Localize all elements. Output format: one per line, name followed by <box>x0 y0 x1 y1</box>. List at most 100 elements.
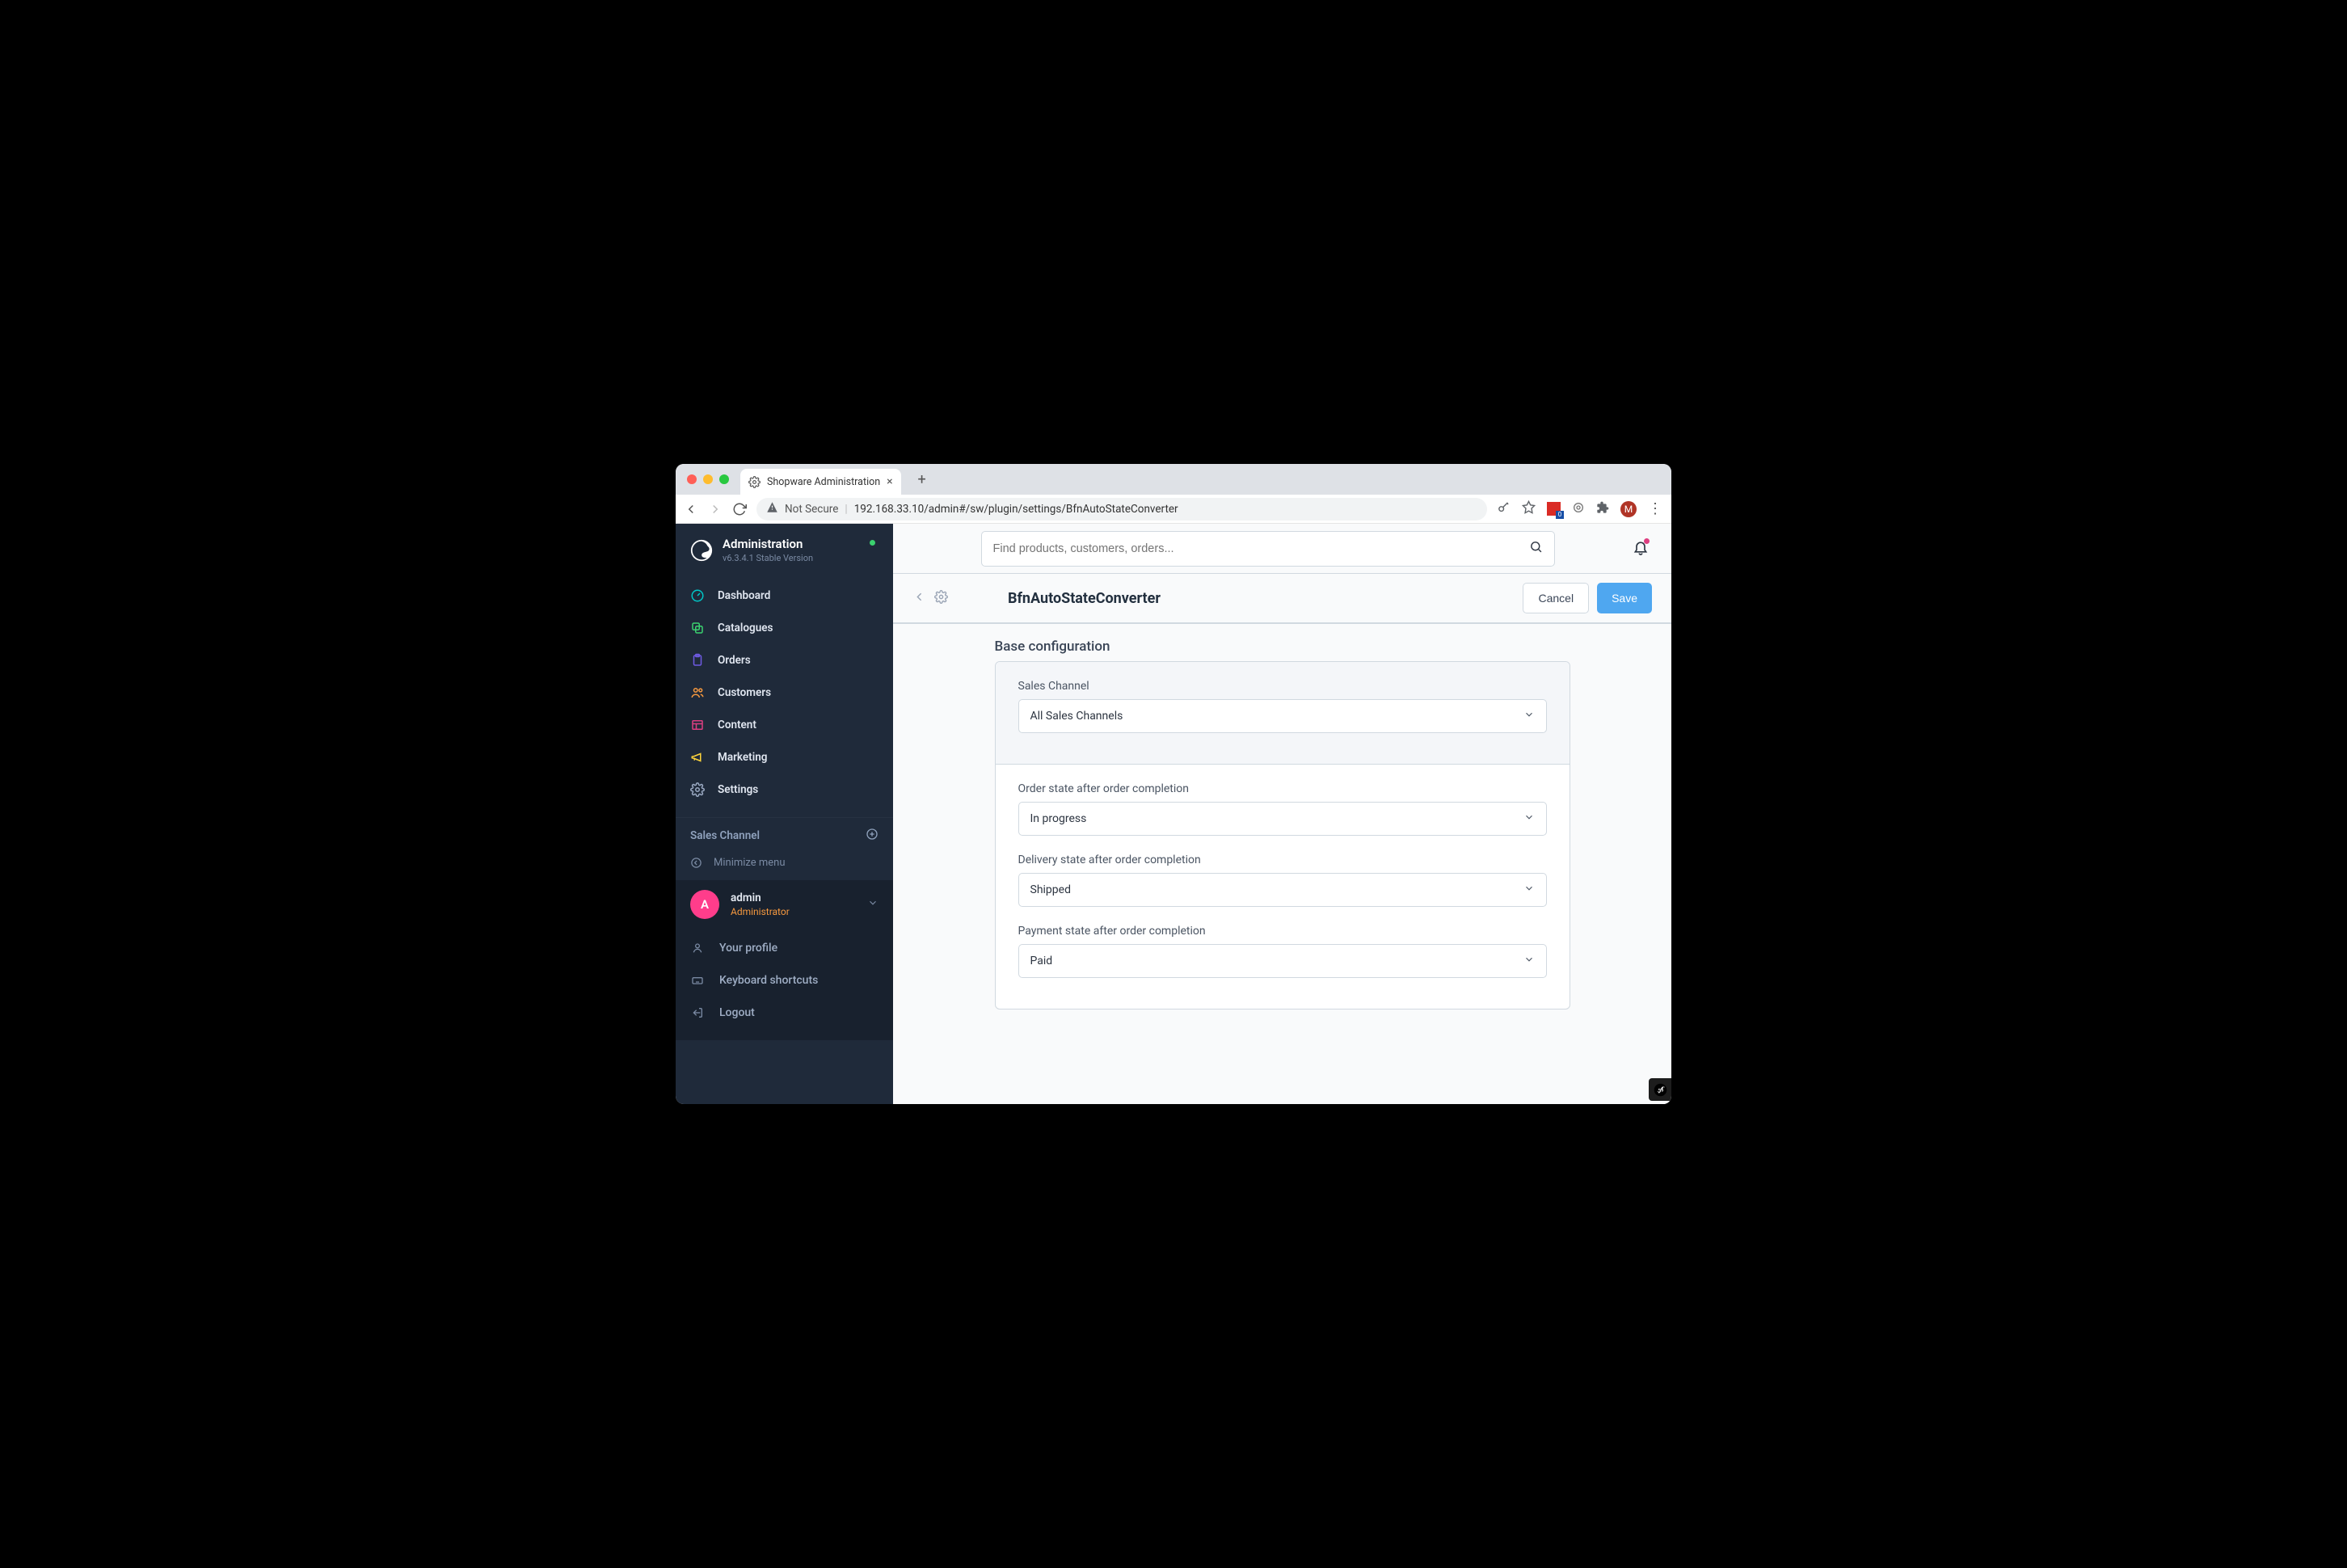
clipboard-icon <box>690 653 705 668</box>
states-block: Order state after order completion In pr… <box>996 765 1570 1009</box>
keyboard-icon <box>690 973 705 988</box>
sidebar-item-customers[interactable]: Customers <box>676 677 893 709</box>
chrome-toolbar: Not Secure | 192.168.33.10/admin#/sw/plu… <box>676 495 1671 524</box>
logout-icon <box>690 1005 705 1020</box>
sidebar-item-marketing[interactable]: Marketing <box>676 741 893 773</box>
megaphone-icon <box>690 750 705 765</box>
user-avatar: A <box>690 890 719 919</box>
new-tab-button[interactable]: + <box>911 468 933 491</box>
sidebar-title: Administration <box>723 537 879 551</box>
search-input[interactable] <box>993 542 1529 555</box>
chevron-down-icon <box>1523 883 1535 897</box>
gear-icon <box>748 476 761 488</box>
sidebar-user-card[interactable]: A admin Administrator <box>676 880 893 929</box>
sidebar: Administration v6.3.4.1 Stable Version D… <box>676 524 893 1104</box>
extensions-icon[interactable] <box>1596 501 1609 517</box>
symfony-badge-icon[interactable] <box>1649 1078 1671 1101</box>
delivery-state-select[interactable]: Shipped <box>1018 873 1547 907</box>
sales-channel-label: Sales Channel <box>690 829 760 842</box>
select-value: Paid <box>1030 955 1053 967</box>
user-icon <box>690 941 705 955</box>
users-icon <box>690 685 705 700</box>
star-icon[interactable] <box>1522 500 1536 517</box>
key-icon[interactable] <box>1497 500 1511 517</box>
layout-icon <box>690 718 705 732</box>
sidebar-item-settings[interactable]: Settings <box>676 773 893 806</box>
sidebar-item-label: Catalogues <box>718 622 773 634</box>
sidebar-item-logout[interactable]: Logout <box>676 997 893 1029</box>
field-label: Delivery state after order completion <box>1018 854 1547 866</box>
extension-badge-icon[interactable] <box>1547 502 1561 516</box>
order-state-select[interactable]: In progress <box>1018 802 1547 836</box>
gear-icon[interactable] <box>934 590 948 607</box>
tab-title: Shopware Administration <box>767 476 880 488</box>
search-icon <box>1529 540 1543 557</box>
not-secure-icon <box>766 501 778 516</box>
back-icon[interactable] <box>912 590 926 607</box>
add-sales-channel-icon[interactable] <box>866 828 879 844</box>
sidebar-item-dashboard[interactable]: Dashboard <box>676 580 893 612</box>
select-value: Shipped <box>1030 883 1071 896</box>
close-window-icon[interactable] <box>687 474 697 484</box>
save-button[interactable]: Save <box>1597 583 1652 613</box>
sidebar-item-orders[interactable]: Orders <box>676 644 893 677</box>
minimize-window-icon[interactable] <box>703 474 713 484</box>
notification-dot-icon <box>1644 538 1650 544</box>
global-search[interactable] <box>981 531 1555 567</box>
user-name: admin <box>731 891 856 904</box>
close-tab-icon[interactable]: × <box>887 475 892 488</box>
page-title: BfnAutoStateConverter <box>1008 590 1161 607</box>
browser-window: Shopware Administration × + Not Secure |… <box>676 464 1671 1104</box>
maximize-window-icon[interactable] <box>719 474 729 484</box>
field-label: Payment state after order completion <box>1018 925 1547 938</box>
sidebar-item-label: Logout <box>719 1006 755 1019</box>
extension-gear-icon[interactable] <box>1572 501 1585 517</box>
status-dot-icon <box>870 540 875 546</box>
sidebar-item-label: Orders <box>718 654 751 667</box>
main-content: BfnAutoStateConverter Cancel Save Base c… <box>893 524 1671 1104</box>
minimize-label: Minimize menu <box>714 857 786 869</box>
sidebar-bottom-nav: Your profile Keyboard shortcuts Logout <box>676 929 893 1040</box>
topbar <box>893 524 1671 574</box>
notifications-button[interactable] <box>1633 539 1649 558</box>
sidebar-item-label: Customers <box>718 686 771 699</box>
sidebar-item-content[interactable]: Content <box>676 709 893 741</box>
reload-icon[interactable] <box>732 502 747 516</box>
sidebar-item-label: Dashboard <box>718 589 770 602</box>
gear-icon <box>690 782 705 797</box>
sidebar-item-label: Settings <box>718 783 758 796</box>
gauge-icon <box>690 588 705 603</box>
sidebar-item-profile[interactable]: Your profile <box>676 932 893 964</box>
sidebar-item-label: Marketing <box>718 751 767 764</box>
minimize-menu-button[interactable]: Minimize menu <box>676 849 893 877</box>
chrome-menu-icon[interactable]: ⋮ <box>1648 500 1663 517</box>
payment-state-select[interactable]: Paid <box>1018 944 1547 978</box>
content-area: Base configuration Sales Channel All Sal… <box>893 624 1671 1104</box>
field-label: Order state after order completion <box>1018 782 1547 795</box>
config-card: Sales Channel All Sales Channels Order s… <box>995 661 1570 1010</box>
sales-channel-select[interactable]: All Sales Channels <box>1018 699 1547 733</box>
browser-tab[interactable]: Shopware Administration × <box>740 469 901 495</box>
sidebar-item-catalogues[interactable]: Catalogues <box>676 612 893 644</box>
chevron-down-icon <box>1523 954 1535 968</box>
sales-channel-block: Sales Channel All Sales Channels <box>996 662 1570 765</box>
sidebar-item-label: Content <box>718 719 756 731</box>
sidebar-header: Administration v6.3.4.1 Stable Version <box>676 524 893 571</box>
url-text: 192.168.33.10/admin#/sw/plugin/settings/… <box>854 503 1178 516</box>
not-secure-label: Not Secure <box>785 503 838 516</box>
forward-icon[interactable] <box>708 502 723 516</box>
back-icon[interactable] <box>684 502 698 516</box>
sidebar-sales-channel-section: Sales Channel <box>676 818 893 849</box>
sidebar-item-keyboard[interactable]: Keyboard shortcuts <box>676 964 893 997</box>
chrome-profile-avatar[interactable]: M <box>1620 501 1637 517</box>
url-bar[interactable]: Not Secure | 192.168.33.10/admin#/sw/plu… <box>756 498 1487 521</box>
user-role: Administrator <box>731 906 856 917</box>
chevron-down-icon <box>1523 811 1535 826</box>
window-controls <box>684 474 735 484</box>
chrome-tab-strip: Shopware Administration × + <box>676 464 1671 495</box>
cancel-button[interactable]: Cancel <box>1523 583 1589 613</box>
section-title: Base configuration <box>995 639 1570 655</box>
field-label: Sales Channel <box>1018 680 1547 693</box>
chevron-down-icon <box>1523 709 1535 723</box>
sidebar-item-label: Your profile <box>719 942 777 955</box>
